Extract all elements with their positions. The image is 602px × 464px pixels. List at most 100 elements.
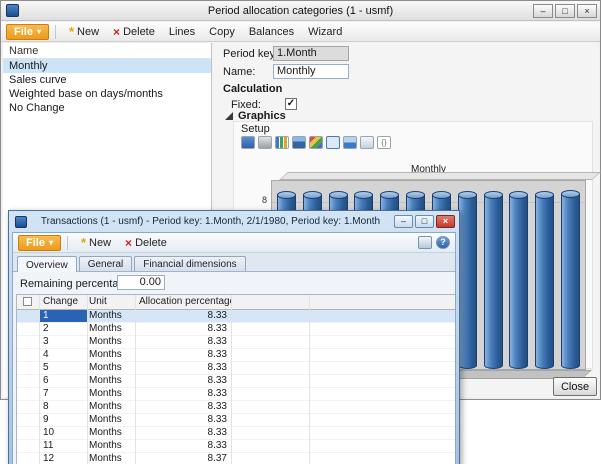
help-icon[interactable]: ? — [436, 236, 450, 249]
unit-cell[interactable]: Months — [87, 323, 135, 335]
graphics-expander-icon[interactable] — [225, 112, 233, 120]
change-cell[interactable]: 11 — [39, 440, 87, 452]
change-cell[interactable]: 8 — [39, 401, 87, 413]
allocation-percentage-cell[interactable]: 8.33 — [135, 427, 231, 439]
change-cell[interactable]: 6 — [39, 375, 87, 387]
change-cell[interactable]: 1 — [39, 310, 87, 322]
close-button[interactable]: Close — [553, 377, 597, 396]
lines-button[interactable]: Lines — [162, 24, 202, 40]
column-header-name[interactable]: Name — [3, 43, 211, 59]
tab-general[interactable]: General — [79, 256, 133, 271]
grid-view-icon[interactable] — [418, 236, 432, 249]
table-row[interactable]: 7Months8.33 — [17, 388, 456, 401]
braces-icon[interactable]: {} — [377, 136, 391, 149]
tab-overview[interactable]: Overview — [17, 256, 77, 272]
unit-cell[interactable]: Months — [87, 440, 135, 452]
allocation-percentage-cell[interactable]: 8.33 — [135, 336, 231, 348]
change-cell[interactable]: 4 — [39, 349, 87, 361]
file-menu-button[interactable]: File ▾ — [18, 235, 61, 251]
change-cell[interactable]: 7 — [39, 388, 87, 400]
unit-cell[interactable]: Months — [87, 401, 135, 413]
table-row[interactable]: 8Months8.33 — [17, 401, 456, 414]
unit-cell[interactable]: Months — [87, 375, 135, 387]
file-menu-button[interactable]: File ▾ — [6, 24, 49, 40]
allocation-percentage-cell[interactable]: 8.33 — [135, 388, 231, 400]
minimize-button[interactable]: – — [533, 4, 553, 18]
list-item[interactable]: Monthly — [3, 59, 211, 73]
balances-button[interactable]: Balances — [242, 24, 301, 40]
delete-button[interactable]: × Delete — [106, 24, 162, 40]
change-cell[interactable]: 9 — [39, 414, 87, 426]
row-select-cell[interactable] — [17, 323, 39, 335]
tab-financial-dimensions[interactable]: Financial dimensions — [134, 256, 245, 271]
allocation-percentage-cell[interactable]: 8.33 — [135, 362, 231, 374]
allocation-percentage-cell[interactable]: 8.33 — [135, 414, 231, 426]
table-row[interactable]: 5Months8.33 — [17, 362, 456, 375]
delete-button[interactable]: × Delete — [118, 235, 174, 251]
row-select-cell[interactable] — [17, 336, 39, 348]
column-header-allocation-percentage[interactable]: Allocation percentage — [135, 295, 231, 309]
table-row[interactable]: 2Months8.33 — [17, 323, 456, 336]
chart-area-icon[interactable] — [343, 136, 357, 149]
unit-cell[interactable]: Months — [87, 336, 135, 348]
print-icon[interactable] — [258, 136, 272, 149]
row-select-cell[interactable] — [17, 362, 39, 374]
fixed-checkbox[interactable]: ✓ — [285, 98, 297, 110]
table-row[interactable]: 9Months8.33 — [17, 414, 456, 427]
select-all-checkbox[interactable] — [23, 297, 32, 306]
column-header-unit[interactable]: Unit — [87, 295, 135, 309]
row-select-cell[interactable] — [17, 310, 39, 322]
unit-cell[interactable]: Months — [87, 310, 135, 322]
unit-cell[interactable]: Months — [87, 453, 135, 464]
table-row[interactable]: 1Months8.33 — [17, 310, 456, 323]
row-select-cell[interactable] — [17, 375, 39, 387]
change-cell[interactable]: 12 — [39, 453, 87, 464]
wizard-button[interactable]: Wizard — [301, 24, 349, 40]
table-row[interactable]: 6Months8.33 — [17, 375, 456, 388]
row-select-cell[interactable] — [17, 453, 39, 464]
allocation-percentage-cell[interactable]: 8.33 — [135, 375, 231, 387]
period-key-field[interactable]: 1.Month — [273, 46, 349, 61]
row-select-cell[interactable] — [17, 401, 39, 413]
name-field[interactable]: Monthly — [273, 64, 349, 79]
remaining-percentage-field[interactable]: 0.00 — [117, 275, 165, 290]
new-button[interactable]: * New — [74, 235, 118, 251]
allocation-percentage-cell[interactable]: 8.37 — [135, 453, 231, 464]
palette-icon[interactable] — [309, 136, 323, 149]
change-cell[interactable]: 3 — [39, 336, 87, 348]
row-select-cell[interactable] — [17, 414, 39, 426]
allocation-percentage-cell[interactable]: 8.33 — [135, 401, 231, 413]
unit-cell[interactable]: Months — [87, 427, 135, 439]
allocation-percentage-cell[interactable]: 8.33 — [135, 310, 231, 322]
table-row[interactable]: 12Months8.37 — [17, 453, 456, 464]
allocation-percentage-cell[interactable]: 8.33 — [135, 440, 231, 452]
allocation-percentage-cell[interactable]: 8.33 — [135, 349, 231, 361]
chart-cylinder-icon[interactable] — [292, 136, 306, 149]
refresh-icon[interactable] — [326, 136, 340, 149]
copy-button[interactable]: Copy — [202, 24, 242, 40]
table-row[interactable]: 11Months8.33 — [17, 440, 456, 453]
unit-cell[interactable]: Months — [87, 362, 135, 374]
row-select-cell[interactable] — [17, 440, 39, 452]
list-item[interactable]: Weighted base on days/months — [3, 87, 211, 101]
unit-cell[interactable]: Months — [87, 349, 135, 361]
save-icon[interactable] — [241, 136, 255, 149]
row-select-cell[interactable] — [17, 388, 39, 400]
close-window-button[interactable]: × — [577, 4, 597, 18]
close-window-button[interactable]: × — [436, 215, 455, 228]
table-row[interactable]: 3Months8.33 — [17, 336, 456, 349]
unit-cell[interactable]: Months — [87, 388, 135, 400]
change-cell[interactable]: 10 — [39, 427, 87, 439]
unit-cell[interactable]: Months — [87, 414, 135, 426]
table-row[interactable]: 4Months8.33 — [17, 349, 456, 362]
allocation-percentage-cell[interactable]: 8.33 — [135, 323, 231, 335]
change-cell[interactable]: 2 — [39, 323, 87, 335]
change-cell[interactable]: 5 — [39, 362, 87, 374]
chart-columns-icon[interactable] — [275, 136, 289, 149]
list-item[interactable]: No Change — [3, 101, 211, 115]
row-select-cell[interactable] — [17, 427, 39, 439]
maximize-button[interactable]: □ — [555, 4, 575, 18]
list-item[interactable]: Sales curve — [3, 73, 211, 87]
column-header-change[interactable]: Change — [39, 295, 87, 309]
table-icon[interactable] — [360, 136, 374, 149]
